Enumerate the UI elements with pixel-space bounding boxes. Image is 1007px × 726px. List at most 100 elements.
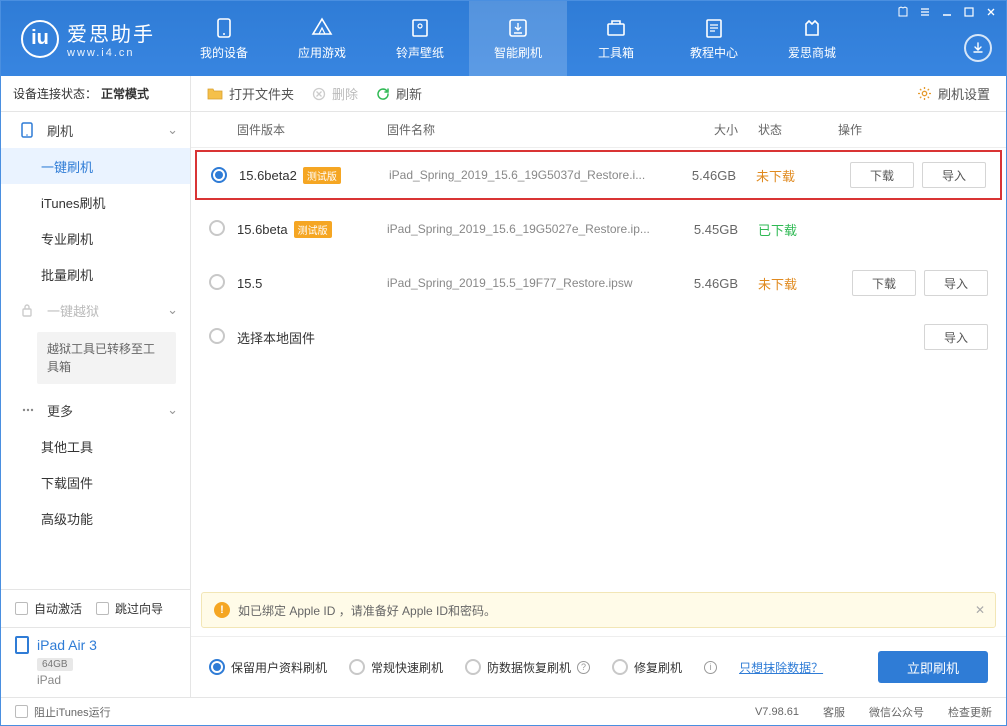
nav-label: 铃声壁纸 — [396, 44, 444, 61]
sidebar-item-pro-flash[interactable]: 专业刷机 — [1, 220, 190, 256]
chevron-down-icon: ⌄ — [167, 302, 178, 318]
download-button[interactable]: 下载 — [852, 270, 916, 296]
import-button[interactable]: 导入 — [922, 162, 986, 188]
firmware-status: 未下载 — [758, 274, 838, 293]
flash-now-button[interactable]: 立即刷机 — [878, 651, 988, 683]
sidebar-flash[interactable]: 刷机 ⌄ — [1, 112, 190, 148]
skip-wizard-checkbox[interactable]: 跳过向导 — [96, 600, 163, 617]
firmware-version: 15.5 — [237, 276, 262, 291]
stop-itunes-checkbox[interactable]: 阻止iTunes运行 — [15, 704, 111, 720]
skin-icon[interactable] — [896, 5, 910, 19]
jailbreak-note: 越狱工具已转移至工具箱 — [37, 332, 176, 384]
flash-option-recovery[interactable]: 防数据恢复刷机? — [465, 659, 590, 676]
erase-only-link[interactable]: 只想抹除数据？ — [739, 659, 823, 676]
delete-button: 删除 — [312, 84, 358, 103]
sidebar-item-other-tools[interactable]: 其他工具 — [1, 428, 190, 464]
appleid-notice: ! 如已绑定 Apple ID ，请准备好 Apple ID和密码。 ✕ — [201, 592, 996, 628]
nav-item-5[interactable]: 教程中心 — [665, 1, 763, 76]
sidebar-item-download-fw[interactable]: 下载固件 — [1, 464, 190, 500]
firmware-status: 未下载 — [756, 166, 836, 185]
firmware-radio[interactable] — [209, 328, 225, 344]
version-label: V7.98.61 — [755, 706, 799, 718]
chevron-down-icon: ⌄ — [167, 402, 178, 418]
nav-icon — [408, 16, 432, 40]
connection-status: 设备连接状态：正常模式 — [1, 76, 190, 112]
nav-item-4[interactable]: 工具箱 — [567, 1, 665, 76]
table-header: 固件版本 固件名称 大小 状态 操作 — [191, 112, 1006, 148]
firmware-radio[interactable] — [209, 274, 225, 290]
firmware-row: 15.5iPad_Spring_2019_15.5_19F77_Restore.… — [191, 256, 1006, 310]
sidebar-jailbreak: 一键越狱 ⌄ — [1, 292, 190, 328]
download-button[interactable]: 下载 — [850, 162, 914, 188]
device-info: iPad Air 3 64GB iPad — [1, 627, 190, 697]
flash-settings-button[interactable]: 刷机设置 — [917, 84, 990, 103]
nav-icon — [604, 16, 628, 40]
sidebar-item-oneclick-flash[interactable]: 一键刷机 — [1, 148, 190, 184]
folder-icon — [207, 87, 223, 101]
device-type: iPad — [37, 673, 176, 687]
check-update-link[interactable]: 检查更新 — [948, 704, 992, 720]
beta-badge: 测试版 — [303, 167, 341, 184]
app-title: 爱思助手 — [67, 18, 155, 47]
flash-option-normal[interactable]: 常规快速刷机 — [349, 659, 443, 676]
firmware-name: iPad_Spring_2019_15.6_19G5027e_Restore.i… — [387, 222, 678, 236]
sidebar-item-batch-flash[interactable]: 批量刷机 — [1, 256, 190, 292]
import-button[interactable]: 导入 — [924, 270, 988, 296]
chevron-down-icon: ⌄ — [167, 122, 178, 138]
capacity-badge: 64GB — [37, 658, 73, 671]
nav-label: 我的设备 — [200, 44, 248, 61]
firmware-version: 15.6beta2 — [239, 168, 297, 183]
nav-label: 智能刷机 — [494, 44, 542, 61]
nav-item-3[interactable]: 智能刷机 — [469, 1, 567, 76]
phone-icon — [21, 122, 37, 138]
nav-item-0[interactable]: 我的设备 — [175, 1, 273, 76]
nav-icon — [800, 16, 824, 40]
download-indicator-icon[interactable] — [964, 34, 992, 62]
info-icon[interactable]: i — [704, 661, 717, 674]
nav-label: 爱思商城 — [788, 44, 836, 61]
sidebar-more[interactable]: 更多 ⌄ — [1, 392, 190, 428]
flash-option-keepdata[interactable]: 保留用户资料刷机 — [209, 659, 327, 676]
firmware-version: 15.6beta — [237, 222, 288, 237]
info-icon[interactable]: ? — [577, 661, 590, 674]
refresh-icon — [376, 87, 390, 101]
more-icon — [21, 403, 37, 417]
wechat-link[interactable]: 微信公众号 — [869, 704, 924, 720]
menu-icon[interactable] — [918, 5, 932, 19]
refresh-button[interactable]: 刷新 — [376, 84, 422, 103]
app-logo: iu 爱思助手 www.i4.cn — [1, 18, 175, 59]
lock-icon — [21, 303, 37, 317]
support-link[interactable]: 客服 — [823, 704, 845, 720]
open-folder-button[interactable]: 打开文件夹 — [207, 84, 294, 103]
nav-item-1[interactable]: 应用游戏 — [273, 1, 371, 76]
delete-icon — [312, 87, 326, 101]
close-icon[interactable] — [984, 5, 998, 19]
logo-icon: iu — [21, 20, 59, 58]
maximize-icon[interactable] — [962, 5, 976, 19]
nav-icon — [506, 16, 530, 40]
notice-close-icon[interactable]: ✕ — [975, 603, 985, 617]
nav-icon — [212, 16, 236, 40]
firmware-radio[interactable] — [211, 167, 227, 183]
import-button[interactable]: 导入 — [924, 324, 988, 350]
minimize-icon[interactable] — [940, 5, 954, 19]
sidebar-item-advanced[interactable]: 高级功能 — [1, 500, 190, 536]
beta-badge: 测试版 — [294, 221, 332, 238]
firmware-size: 5.46GB — [678, 276, 758, 291]
nav-label: 工具箱 — [598, 44, 634, 61]
firmware-row: 15.6beta2 测试版 iPad_Spring_2019_15.6_19G503… — [195, 150, 1002, 200]
app-subtitle: www.i4.cn — [67, 47, 155, 59]
firmware-row: 15.6beta 测试版 iPad_Spring_2019_15.6_19G5027… — [191, 202, 1006, 256]
firmware-radio[interactable] — [209, 220, 225, 236]
firmware-name: iPad_Spring_2019_15.6_19G5037d_Restore.i… — [389, 168, 676, 182]
auto-activate-checkbox[interactable]: 自动激活 — [15, 600, 82, 617]
gear-icon — [917, 86, 932, 101]
sidebar-item-itunes-flash[interactable]: iTunes刷机 — [1, 184, 190, 220]
select-local-firmware-row: 选择本地固件 导入 — [191, 310, 1006, 364]
firmware-size: 5.46GB — [676, 168, 756, 183]
nav-item-6[interactable]: 爱思商城 — [763, 1, 861, 76]
nav-item-2[interactable]: 铃声壁纸 — [371, 1, 469, 76]
firmware-status: 已下载 — [758, 220, 838, 239]
ipad-icon — [15, 636, 29, 654]
flash-option-repair[interactable]: 修复刷机 — [612, 659, 682, 676]
